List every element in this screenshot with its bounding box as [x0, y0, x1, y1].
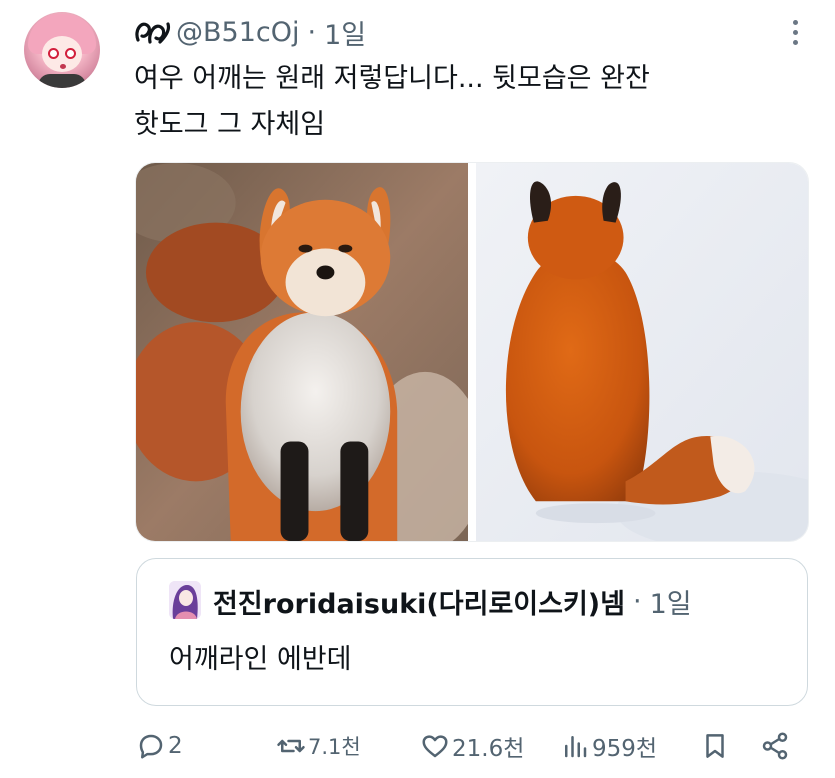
views-count: 959천 — [592, 736, 658, 762]
reply-icon — [139, 734, 163, 759]
tweet-text: 여우 어깨는 원래 저렇답니다... 뒷모습은 완잔 핫도그 그 자체임 — [134, 56, 774, 148]
reply-count: 2 — [168, 733, 183, 759]
like-button[interactable]: 21.6천 — [420, 726, 524, 766]
views-button[interactable]: 959천 — [560, 726, 657, 766]
tweet-media — [135, 162, 809, 542]
quote-header: 전진roridaisuki(다리로이스키)넴 · 1일 — [213, 581, 692, 621]
retweet-button[interactable]: 7.1천 — [276, 726, 361, 766]
display-name-symbol[interactable] — [132, 16, 172, 48]
action-bar: 2 7.1천 21.6천 959천 — [136, 726, 796, 766]
like-count: 21.6천 — [452, 736, 525, 762]
quoted-tweet[interactable]: 전진roridaisuki(다리로이스키)넴 · 1일 어깨라인 에반데 — [136, 558, 808, 706]
retweet-count: 7.1천 — [308, 735, 361, 759]
bookmark-button[interactable] — [700, 726, 732, 766]
tweet-text-line-1: 여우 어깨는 원래 저렇답니다... 뒷모습은 완잔 — [134, 63, 650, 94]
quote-author-avatar[interactable] — [169, 581, 201, 619]
author-avatar[interactable] — [24, 12, 100, 88]
views-icon — [565, 736, 587, 758]
author-handle[interactable]: @B51cOj — [176, 17, 299, 48]
tweet-time[interactable]: 1일 — [324, 13, 366, 52]
avatar-mouth — [60, 64, 66, 69]
more-icon[interactable] — [789, 18, 801, 48]
avatar-eye-left — [48, 48, 59, 59]
quote-author-name[interactable]: 전진roridaisuki(다리로이스키)넴 — [213, 582, 625, 621]
share-icon — [762, 732, 788, 760]
tweet-header: @B51cOj · 1일 — [132, 13, 366, 52]
tweet-text-line-2: 핫도그 그 자체임 — [134, 109, 326, 140]
photo-fox-back[interactable] — [476, 163, 808, 541]
fox-back-image — [476, 163, 808, 541]
heart-icon — [422, 735, 448, 758]
avatar-eye-right — [65, 48, 76, 59]
header-separator: · — [307, 16, 317, 48]
bookmark-icon — [706, 734, 724, 758]
retweet-icon — [277, 739, 305, 753]
fox-front-image — [136, 163, 468, 541]
photo-fox-front[interactable] — [136, 163, 468, 541]
quote-separator: · — [632, 585, 642, 617]
avatar-body — [38, 74, 86, 88]
reply-button[interactable]: 2 — [136, 726, 183, 766]
quote-time[interactable]: 1일 — [650, 582, 692, 621]
share-button[interactable] — [760, 726, 792, 766]
quote-text: 어깨라인 에반데 — [169, 644, 352, 675]
